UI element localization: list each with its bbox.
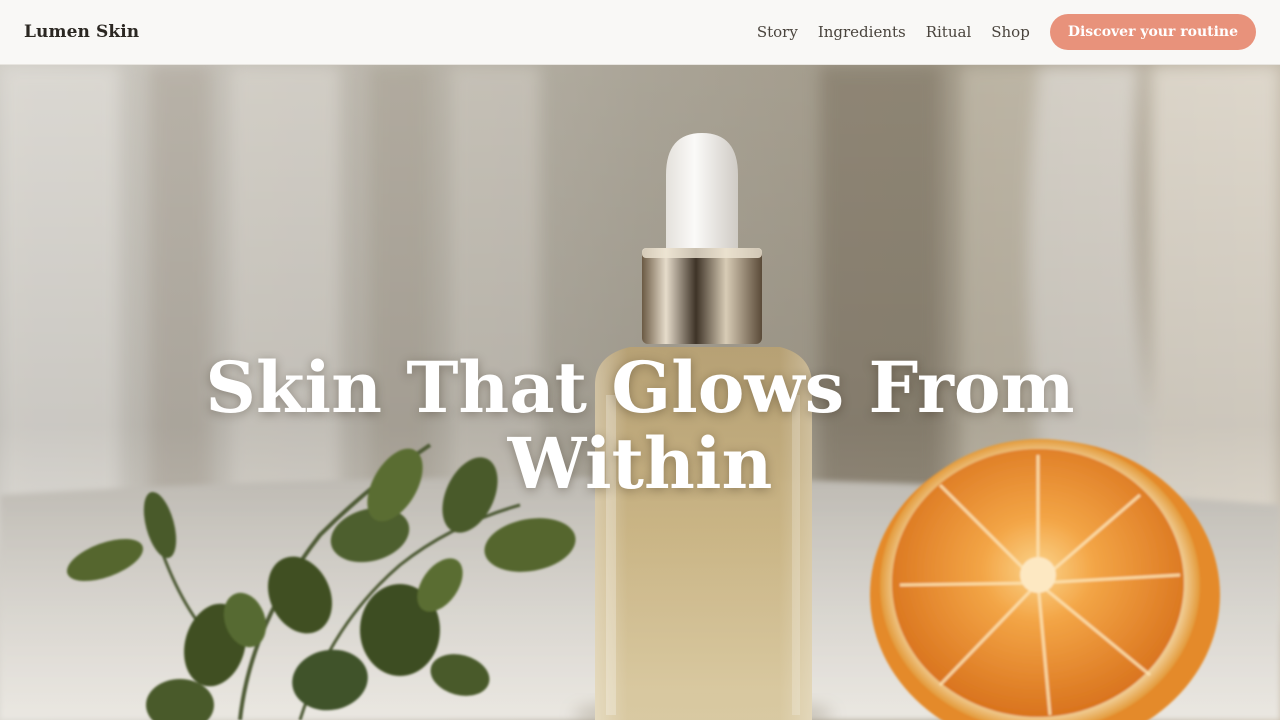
hero-title-line-1: Skin That Glows From — [205, 346, 1075, 429]
hero-title: Skin That Glows From Within — [0, 350, 1280, 502]
brand-logo[interactable]: Lumen Skin — [24, 22, 139, 42]
nav-link-ingredients[interactable]: Ingredients — [818, 23, 906, 41]
hero-section: Skin That Glows From Within — [0, 65, 1280, 720]
discover-routine-button[interactable]: Discover your routine — [1049, 14, 1256, 50]
site-header: Lumen Skin Story Ingredients Ritual Shop… — [0, 0, 1280, 65]
main-nav: Story Ingredients Ritual Shop Discover y… — [757, 14, 1256, 50]
nav-link-story[interactable]: Story — [757, 23, 798, 41]
nav-link-ritual[interactable]: Ritual — [926, 23, 972, 41]
page: Lumen Skin Story Ingredients Ritual Shop… — [0, 0, 1280, 720]
nav-link-shop[interactable]: Shop — [991, 23, 1030, 41]
hero-title-line-2: Within — [507, 422, 773, 505]
